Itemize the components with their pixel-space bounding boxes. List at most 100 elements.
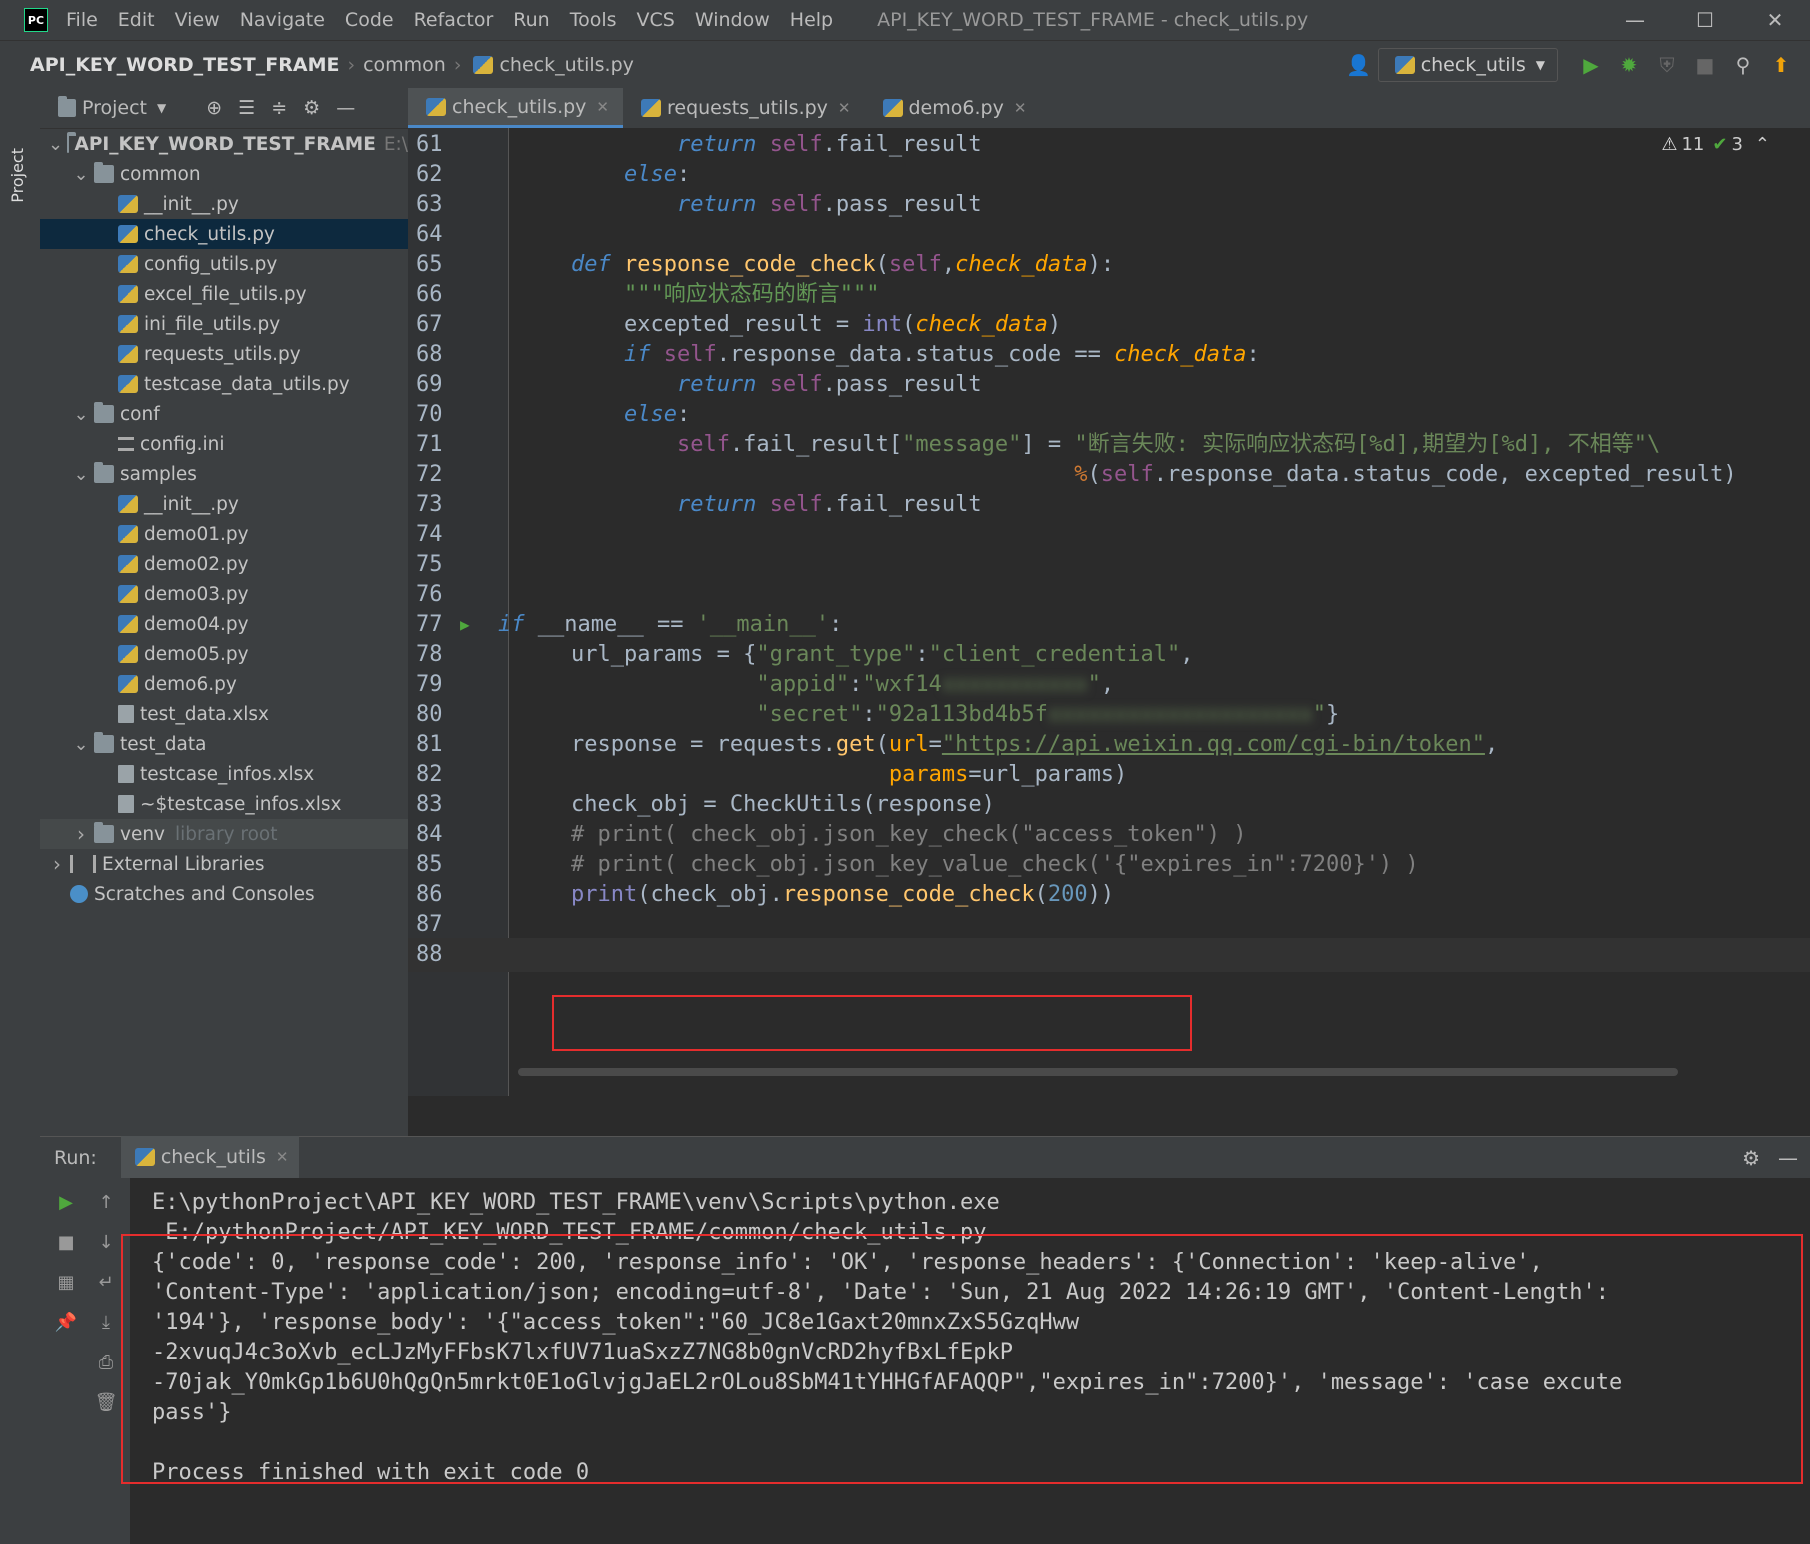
soft-wrap-icon[interactable]: ↵ — [86, 1262, 126, 1302]
tree-item[interactable]: Scratches and Consoles — [40, 879, 408, 909]
menu-refactor[interactable]: Refactor — [414, 9, 494, 31]
breadcrumb-folder[interactable]: common — [363, 54, 446, 76]
chevron-right-icon[interactable]: › — [72, 822, 90, 846]
menu-help[interactable]: Help — [790, 9, 833, 31]
project-view-select[interactable]: Project — [82, 97, 147, 119]
menu-file[interactable]: File — [66, 9, 98, 31]
tree-item-label: demo05.py — [144, 643, 249, 665]
tree-item[interactable]: ⌄ API_KEY_WORD_TEST_FRAME E:\ — [40, 129, 408, 159]
tree-item[interactable]: test_data.xlsx — [40, 699, 408, 729]
menu-window[interactable]: Window — [695, 9, 770, 31]
tree-item[interactable]: __init__.py — [40, 489, 408, 519]
tree-item[interactable]: › External Libraries — [40, 849, 408, 879]
scroll-to-end-icon[interactable]: ⤓ — [86, 1302, 126, 1342]
menu-code[interactable]: Code — [345, 9, 394, 31]
pin-icon[interactable]: 📌 — [46, 1302, 86, 1342]
tree-item[interactable]: ⌄ conf — [40, 399, 408, 429]
run-icon[interactable]: ▶ — [1572, 47, 1610, 83]
chevron-down-icon[interactable]: ⌄ — [72, 164, 90, 185]
folder-icon — [94, 822, 114, 843]
tree-item[interactable]: demo02.py — [40, 549, 408, 579]
project-tool-window-button[interactable]: Project — [8, 148, 27, 203]
tree-item[interactable]: excel_file_utils.py — [40, 279, 408, 309]
minimize-icon[interactable]: — — [1600, 0, 1670, 40]
print-icon[interactable]: ⎙ — [86, 1342, 126, 1382]
tree-item[interactable]: demo6.py — [40, 669, 408, 699]
tree-item[interactable]: demo03.py — [40, 579, 408, 609]
menu-vcs[interactable]: VCS — [637, 9, 675, 31]
maximize-icon[interactable]: ☐ — [1670, 0, 1740, 40]
tree-item[interactable]: testcase_infos.xlsx — [40, 759, 408, 789]
rerun-icon[interactable]: ▶ — [46, 1182, 86, 1222]
arrow-up-icon[interactable]: ↑ — [86, 1182, 126, 1222]
close-icon[interactable]: ✕ — [1740, 0, 1810, 40]
update-icon[interactable]: ⬆ — [1762, 47, 1800, 83]
debug-icon[interactable]: ✹ — [1610, 47, 1648, 83]
breadcrumb-project[interactable]: API_KEY_WORD_TEST_FRAME — [30, 54, 339, 76]
chevron-down-icon: ▼ — [1535, 58, 1545, 72]
locate-icon[interactable]: ⊕ — [206, 97, 222, 119]
chevron-down-icon[interactable]: ⌄ — [72, 404, 90, 425]
chevron-down-icon[interactable]: ▼ — [157, 101, 166, 115]
stop-icon[interactable]: ■ — [1686, 47, 1724, 83]
tree-item[interactable]: testcase_data_utils.py — [40, 369, 408, 399]
tree-item-label: common — [120, 163, 201, 185]
run-gutter-icon[interactable]: ▶ — [460, 608, 470, 642]
close-tab-icon[interactable]: ✕ — [838, 99, 851, 117]
tab-demo6[interactable]: demo6.py ✕ — [865, 88, 1041, 128]
arrow-down-icon[interactable]: ↓ — [86, 1222, 126, 1262]
run-tab-check-utils[interactable]: check_utils ✕ — [120, 1135, 299, 1181]
tree-item[interactable]: demo04.py — [40, 609, 408, 639]
tree-item[interactable]: config_utils.py — [40, 249, 408, 279]
tree-item[interactable]: ⌄ test_data — [40, 729, 408, 759]
tree-item[interactable]: requests_utils.py — [40, 339, 408, 369]
trash-icon[interactable]: 🗑 — [86, 1382, 126, 1422]
gear-icon[interactable]: ⚙ — [1742, 1146, 1760, 1170]
hide-icon[interactable]: — — [1778, 1146, 1798, 1170]
menu-run[interactable]: Run — [513, 9, 549, 31]
search-icon[interactable]: ⚲ — [1724, 47, 1762, 83]
menu-view[interactable]: View — [175, 9, 220, 31]
collapse-all-icon[interactable]: ≑ — [271, 97, 287, 119]
tree-item-label: testcase_infos.xlsx — [140, 763, 315, 785]
horizontal-scrollbar[interactable] — [518, 1068, 1678, 1076]
run-configuration-select[interactable]: check_utils ▼ — [1377, 48, 1558, 82]
stop-icon[interactable]: ■ — [46, 1222, 86, 1262]
tree-item[interactable]: ⌄ samples — [40, 459, 408, 489]
tab-requests-utils[interactable]: requests_utils.py ✕ — [623, 88, 865, 128]
tree-item[interactable]: __init__.py — [40, 189, 408, 219]
coverage-icon[interactable]: ⛨ — [1648, 47, 1686, 83]
tree-item[interactable]: check_utils.py — [40, 219, 408, 249]
tab-check-utils[interactable]: check_utils.py ✕ — [408, 88, 623, 128]
menu-tools[interactable]: Tools — [570, 9, 617, 31]
layout-icon[interactable]: ▦ — [46, 1262, 86, 1302]
chevron-down-icon[interactable]: ⌄ — [72, 464, 90, 485]
breadcrumb-file[interactable]: check_utils.py — [499, 54, 633, 76]
python-file-icon — [118, 255, 138, 273]
tree-item[interactable]: config.ini — [40, 429, 408, 459]
tree-item[interactable]: demo01.py — [40, 519, 408, 549]
python-file-icon — [118, 645, 138, 663]
close-tab-icon[interactable]: ✕ — [596, 98, 609, 116]
tab-label: requests_utils.py — [667, 97, 828, 119]
folder-icon — [94, 732, 114, 753]
chevron-right-icon[interactable]: › — [48, 852, 66, 876]
hide-icon[interactable]: — — [336, 97, 355, 119]
scratches-icon — [70, 885, 88, 903]
tree-item[interactable]: ini_file_utils.py — [40, 309, 408, 339]
close-tab-icon[interactable]: ✕ — [276, 1148, 289, 1166]
close-tab-icon[interactable]: ✕ — [1014, 99, 1027, 117]
tree-item[interactable]: demo05.py — [40, 639, 408, 669]
code-editor[interactable]: ⚠ 11 ✔ 3 ⌃ 61 return self.fail_result 62… — [408, 128, 1810, 1096]
tree-item[interactable]: ⌄ common — [40, 159, 408, 189]
chevron-down-icon[interactable]: ⌄ — [48, 134, 63, 155]
tree-item[interactable]: › venv library root — [40, 819, 408, 849]
menu-edit[interactable]: Edit — [118, 9, 155, 31]
gear-icon[interactable]: ⚙ — [303, 97, 320, 119]
title-bar: PC File Edit View Navigate Code Refactor… — [0, 0, 1810, 40]
user-icon[interactable]: 👤 — [1340, 47, 1378, 83]
expand-all-icon[interactable]: ☰ — [238, 97, 255, 119]
tree-item[interactable]: ~$testcase_infos.xlsx — [40, 789, 408, 819]
menu-navigate[interactable]: Navigate — [240, 9, 325, 31]
chevron-down-icon[interactable]: ⌄ — [72, 734, 90, 755]
